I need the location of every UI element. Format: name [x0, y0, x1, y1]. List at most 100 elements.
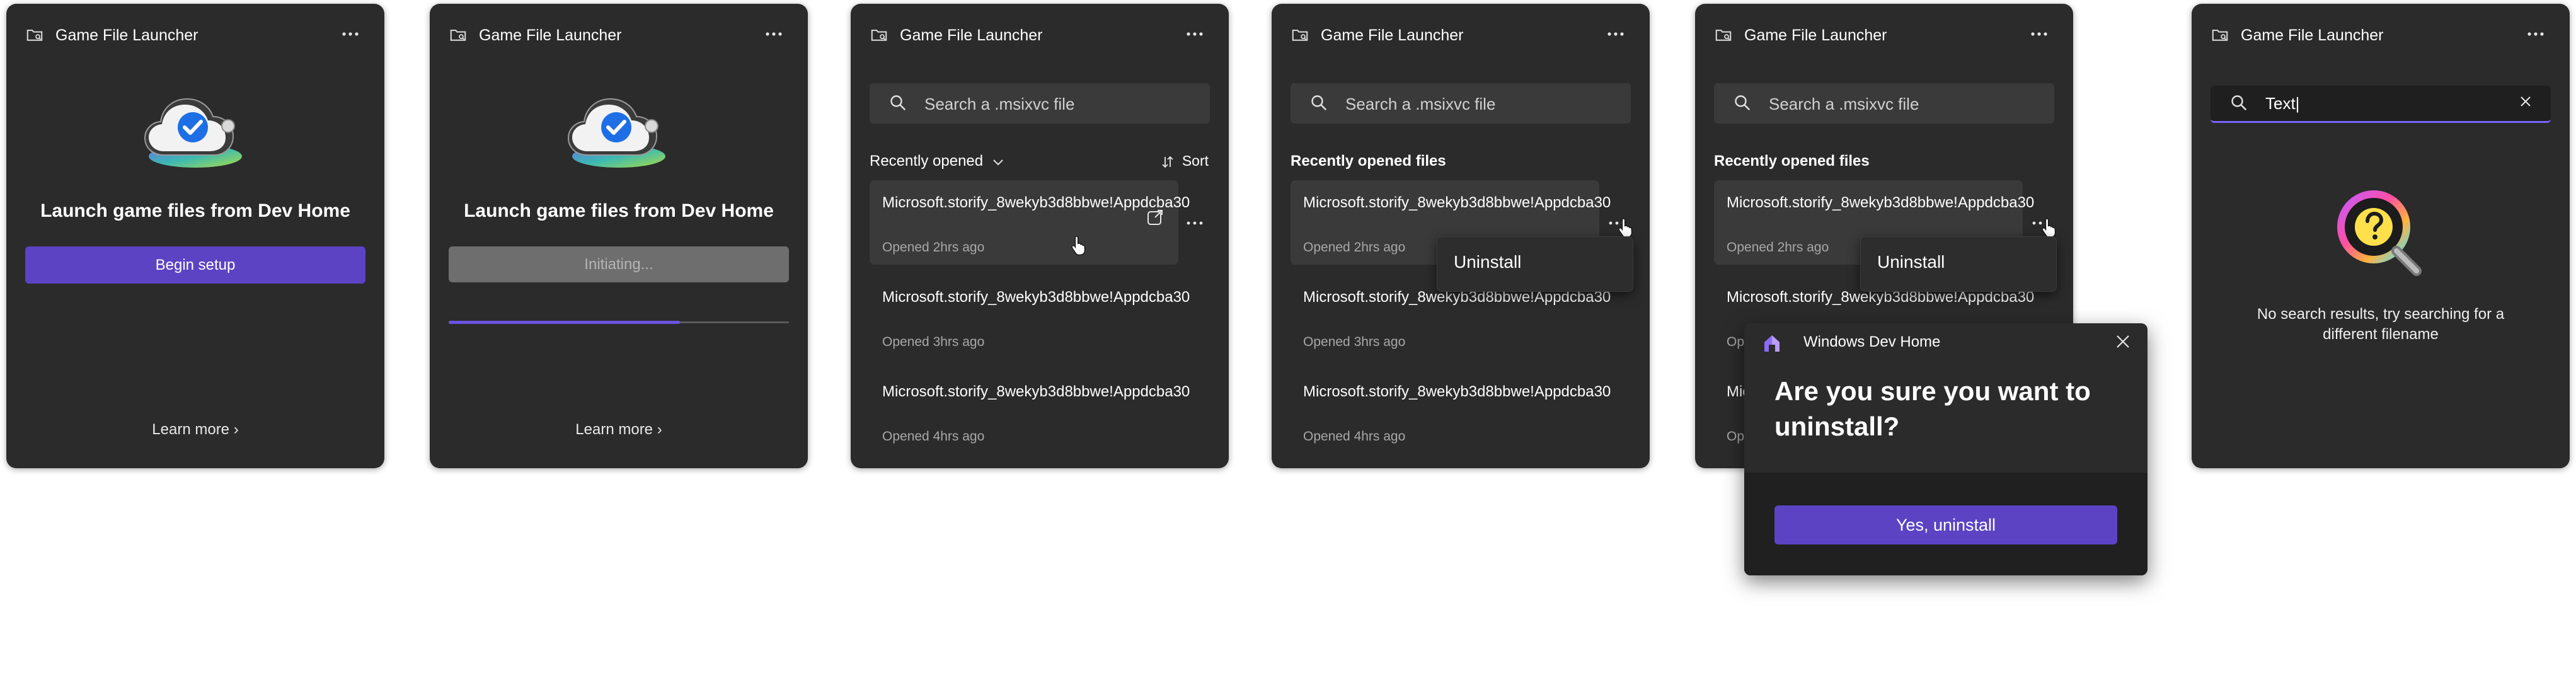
dialog-footer: Yes, uninstall	[1744, 473, 2148, 575]
widget-title: Game File Launcher	[2241, 26, 2384, 44]
file-opened-time: Opened 3hrs ago	[882, 335, 985, 349]
setup-progress-bar	[449, 321, 789, 324]
file-opened-time: Opened 2hrs ago	[1727, 240, 1829, 255]
question-magnifier-icon	[2333, 187, 2428, 281]
widget-title: Game File Launcher	[900, 26, 1043, 44]
begin-setup-button[interactable]: Begin setup	[25, 246, 365, 284]
search-input[interactable]: Search a .msixvc file	[1291, 83, 1631, 124]
search-icon	[888, 93, 907, 112]
widget-title: Game File Launcher	[479, 26, 622, 44]
file-opened-time: Opened 4hrs ago	[882, 429, 985, 444]
cloud-check-icon	[562, 86, 676, 174]
file-opened-time: Opened 2hrs ago	[1303, 240, 1406, 255]
more-options-icon[interactable]	[1601, 23, 1631, 45]
sort-button[interactable]: Sort	[1161, 153, 1209, 170]
widget-context-menu: Game File Launcher Search a .msixvc file…	[1272, 4, 1650, 468]
learn-more-link[interactable]: Learn more ›	[430, 421, 808, 439]
recently-opened-header: Recently opened files	[1714, 153, 1870, 170]
search-placeholder: Search a .msixvc file	[1769, 95, 1919, 113]
file-name: Microsoft.storify_8wekyb3d8bbwe!Appdcba3…	[1303, 194, 1611, 211]
file-opened-time: Opened 3hrs ago	[1303, 335, 1406, 349]
hand-cursor-icon	[1070, 234, 1089, 256]
dev-home-icon	[1759, 331, 1785, 356]
list-item[interactable]: Microsoft.storify_8wekyb3d8bbwe!Appdcba3…	[870, 180, 1190, 265]
widget-header: Game File Launcher	[1714, 23, 2061, 48]
context-menu: Uninstall	[1860, 236, 2057, 292]
widget-header: Game File Launcher	[1291, 23, 1637, 48]
widget-initiating: Game File Launcher Launch game files fro…	[430, 4, 808, 468]
file-opened-time: Opened 4hrs ago	[1303, 429, 1406, 444]
uninstall-menu-item[interactable]: Uninstall	[1877, 252, 1945, 272]
dialog-question: Are you sure you want to uninstall?	[1774, 376, 2091, 441]
game-folder-icon	[449, 25, 468, 44]
list-item[interactable]: Microsoft.storify_8wekyb3d8bbwe!Appdcba3…	[1291, 369, 1611, 454]
close-icon[interactable]	[2115, 333, 2131, 350]
search-icon	[1733, 93, 1752, 112]
more-options-icon[interactable]	[2521, 23, 2551, 45]
widget-no-results: Game File Launcher Text| No search resul…	[2192, 4, 2570, 468]
search-icon	[1309, 93, 1328, 112]
search-value: Text|	[2265, 94, 2300, 113]
file-name: Microsoft.storify_8wekyb3d8bbwe!Appdcba3…	[882, 194, 1190, 211]
open-external-icon[interactable]	[1146, 208, 1164, 227]
initiating-button: Initiating...	[449, 246, 789, 282]
more-options-icon[interactable]	[1180, 23, 1210, 45]
file-name: Microsoft.storify_8wekyb3d8bbwe!Appdcba3…	[1303, 383, 1611, 400]
search-input[interactable]: Text|	[2211, 86, 2551, 123]
search-input[interactable]: Search a .msixvc file	[1714, 83, 2054, 124]
widget-header: Game File Launcher	[870, 23, 1216, 48]
widget-welcome: Game File Launcher Launch game files fro…	[6, 4, 384, 468]
uninstall-dialog: Windows Dev Home Are you sure you want t…	[1744, 323, 2148, 575]
widget-title: Game File Launcher	[55, 26, 198, 44]
game-folder-icon	[2211, 25, 2229, 44]
welcome-heading: Launch game files from Dev Home	[40, 200, 350, 221]
more-options-icon[interactable]	[335, 23, 365, 45]
confirm-uninstall-button[interactable]: Yes, uninstall	[1774, 505, 2117, 544]
file-name: Microsoft.storify_8wekyb3d8bbwe!Appdcba3…	[1727, 194, 2035, 211]
game-folder-icon	[1291, 25, 1309, 44]
setup-progress-fill	[449, 321, 681, 324]
file-opened-time: Opened 2hrs ago	[882, 240, 985, 255]
file-name: Microsoft.storify_8wekyb3d8bbwe!Appdcba3…	[882, 383, 1190, 400]
sort-icon	[1162, 156, 1174, 168]
more-options-icon[interactable]	[759, 23, 789, 45]
widget-header: Game File Launcher	[2211, 23, 2557, 48]
game-folder-icon	[25, 25, 44, 44]
learn-more-link[interactable]: Learn more ›	[6, 421, 384, 439]
widget-title: Game File Launcher	[1321, 26, 1464, 44]
learn-more-label: Learn more	[152, 421, 230, 438]
chevron-right-icon: ›	[657, 421, 662, 438]
welcome-heading: Launch game files from Dev Home	[464, 200, 774, 221]
hand-cursor-icon	[1617, 217, 1636, 238]
game-folder-icon	[870, 25, 888, 44]
recently-opened-dropdown[interactable]: Recently opened	[870, 153, 1005, 170]
game-folder-icon	[1714, 25, 1733, 44]
more-options-icon[interactable]	[2024, 23, 2054, 45]
recently-opened-header: Recently opened files	[1291, 153, 1446, 170]
search-input[interactable]: Search a .msixvc file	[870, 83, 1210, 124]
dialog-header: Windows Dev Home	[1744, 323, 2148, 361]
dialog-app-name: Windows Dev Home	[1803, 333, 1941, 350]
row-more-options-icon[interactable]	[1183, 217, 1206, 229]
widget-recent-list: Game File Launcher Search a .msixvc file…	[851, 4, 1229, 468]
no-results-message: No search results, try searching for a d…	[2257, 306, 2505, 343]
cloud-check-icon	[139, 86, 252, 174]
learn-more-label: Learn more	[575, 421, 653, 438]
file-name: Microsoft.storify_8wekyb3d8bbwe!Appdcba3…	[882, 289, 1190, 306]
sort-label: Sort	[1182, 153, 1209, 169]
search-placeholder: Search a .msixvc file	[924, 95, 1075, 113]
chevron-down-icon	[993, 159, 1003, 166]
list-item[interactable]: Microsoft.storify_8wekyb3d8bbwe!Appdcba3…	[870, 369, 1190, 454]
hand-cursor-icon	[2040, 217, 2059, 238]
search-icon	[2229, 93, 2248, 112]
context-menu: Uninstall	[1437, 236, 1633, 292]
widget-header: Game File Launcher	[25, 23, 372, 48]
list-item[interactable]: Microsoft.storify_8wekyb3d8bbwe!Appdcba3…	[870, 275, 1190, 359]
chevron-right-icon: ›	[233, 421, 239, 438]
clear-search-icon[interactable]	[2518, 94, 2533, 109]
dropdown-label: Recently opened	[870, 153, 984, 170]
search-placeholder: Search a .msixvc file	[1345, 95, 1496, 113]
widget-header: Game File Launcher	[449, 23, 795, 48]
uninstall-menu-item[interactable]: Uninstall	[1454, 252, 1521, 272]
widget-title: Game File Launcher	[1744, 26, 1887, 44]
